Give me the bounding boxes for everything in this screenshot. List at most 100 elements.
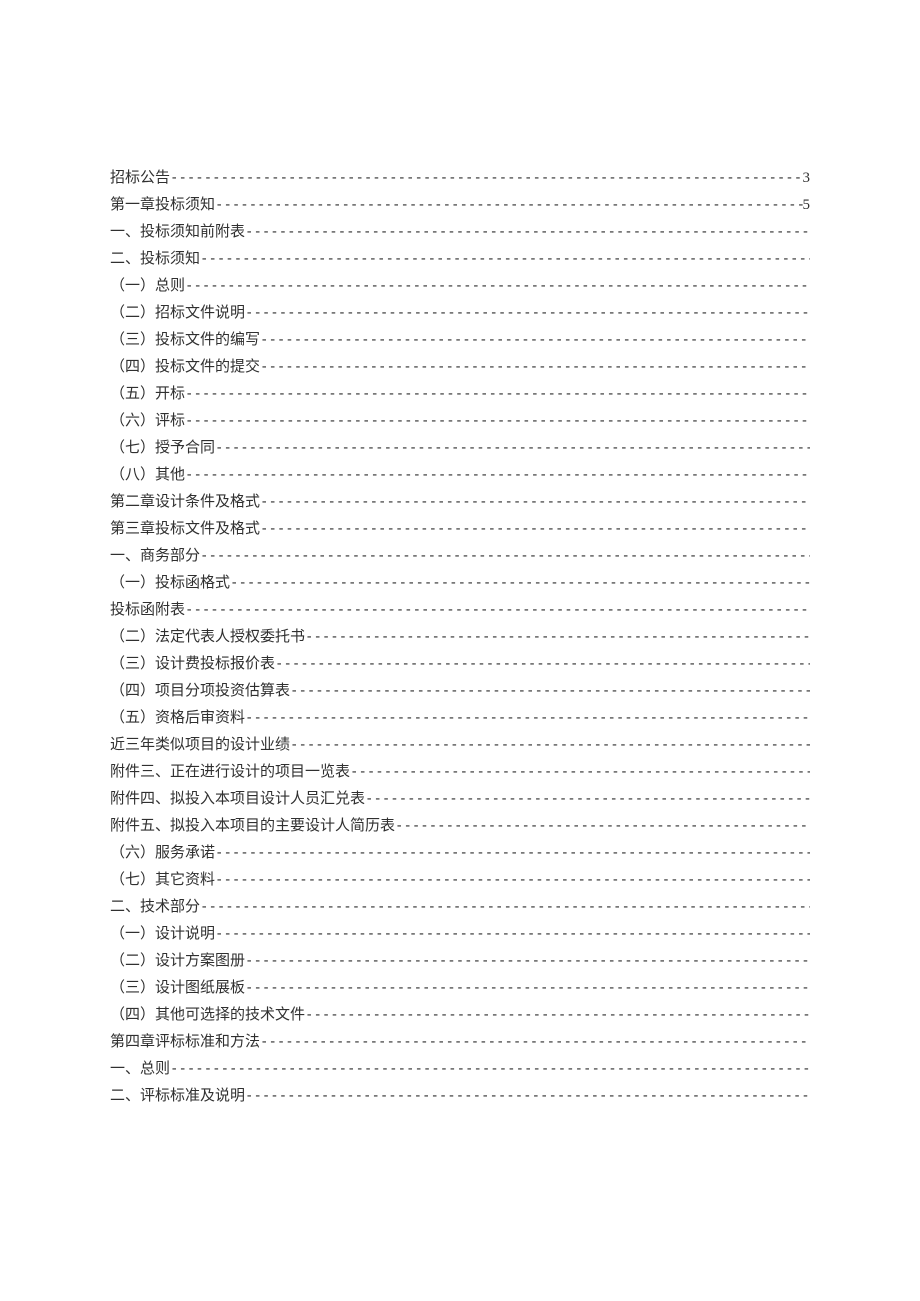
- toc-entry: 第二章设计条件及格式: [110, 489, 810, 516]
- toc-entry: （五）开标: [110, 381, 810, 408]
- toc-leader: [185, 597, 810, 624]
- toc-page-number: 5: [803, 192, 811, 219]
- toc-title: （二）招标文件说明: [110, 300, 245, 327]
- toc-title: （七）授予合同: [110, 435, 215, 462]
- toc-title: 第四章评标标准和方法: [110, 1029, 260, 1056]
- toc-title: 一、总则: [110, 1056, 170, 1083]
- toc-title: （七）其它资料: [110, 867, 215, 894]
- toc-leader: [260, 489, 810, 516]
- toc-entry: （一）投标函格式: [110, 570, 810, 597]
- toc-leader: [245, 975, 810, 1002]
- toc-title: 二、技术部分: [110, 894, 200, 921]
- toc-entry: 二、投标须知: [110, 246, 810, 273]
- toc-title: 一、商务部分: [110, 543, 200, 570]
- toc-entry: 附件四、拟投入本项目设计人员汇兑表: [110, 786, 810, 813]
- toc-entry: 一、商务部分: [110, 543, 810, 570]
- toc-leader: [350, 759, 810, 786]
- toc-page-number: 3: [803, 165, 811, 192]
- toc-entry: 第四章评标标准和方法: [110, 1029, 810, 1056]
- toc-leader: [170, 165, 802, 192]
- toc-title: （八）其他: [110, 462, 185, 489]
- toc-title: （六）服务承诺: [110, 840, 215, 867]
- toc-title: （二）法定代表人授权委托书: [110, 624, 305, 651]
- toc-entry: 第一章投标须知 5: [110, 192, 810, 219]
- toc-title: 近三年类似项目的设计业绩: [110, 732, 290, 759]
- table-of-contents: 招标公告 3 第一章投标须知 5 一、投标须知前附表二、投标须知（一）总则（二）招标文件…: [110, 165, 810, 1110]
- toc-title: 二、投标须知: [110, 246, 200, 273]
- toc-entry: （三）设计费投标报价表: [110, 651, 810, 678]
- toc-leader: [215, 921, 810, 948]
- toc-leader: [185, 408, 810, 435]
- toc-title: （一）设计说明: [110, 921, 215, 948]
- toc-leader: [200, 894, 810, 921]
- toc-entry: （二）法定代表人授权委托书: [110, 624, 810, 651]
- toc-leader: [245, 948, 810, 975]
- toc-title: （四）投标文件的提交: [110, 354, 260, 381]
- toc-leader: [395, 813, 810, 840]
- toc-leader: [215, 840, 810, 867]
- toc-entry: （三）设计图纸展板: [110, 975, 810, 1002]
- toc-entry: （六）评标: [110, 408, 810, 435]
- toc-leader: [200, 543, 810, 570]
- toc-leader: [260, 1029, 810, 1056]
- toc-entry: （六）服务承诺: [110, 840, 810, 867]
- toc-leader: [185, 462, 810, 489]
- toc-entry: 一、总则: [110, 1056, 810, 1083]
- toc-title: （三）投标文件的编写: [110, 327, 260, 354]
- toc-leader: [245, 1083, 810, 1110]
- toc-entry: 近三年类似项目的设计业绩: [110, 732, 810, 759]
- toc-title: 投标函附表: [110, 597, 185, 624]
- toc-title: 附件三、正在进行设计的项目一览表: [110, 759, 350, 786]
- toc-title: 附件四、拟投入本项目设计人员汇兑表: [110, 786, 365, 813]
- toc-leader: [200, 246, 810, 273]
- toc-leader: [290, 732, 810, 759]
- toc-title: 附件五、拟投入本项目的主要设计人简历表: [110, 813, 395, 840]
- toc-leader: [365, 786, 810, 813]
- toc-leader: [245, 300, 810, 327]
- toc-leader: [245, 705, 810, 732]
- toc-title: （六）评标: [110, 408, 185, 435]
- toc-title: 二、评标标准及说明: [110, 1083, 245, 1110]
- toc-leader: [305, 624, 810, 651]
- toc-title: （一）总则: [110, 273, 185, 300]
- toc-title: （三）设计费投标报价表: [110, 651, 275, 678]
- toc-entry: 第三章投标文件及格式: [110, 516, 810, 543]
- toc-leader: [305, 1002, 810, 1029]
- toc-entry: 二、技术部分: [110, 894, 810, 921]
- toc-entry: （七）其它资料: [110, 867, 810, 894]
- toc-entry: （三）投标文件的编写: [110, 327, 810, 354]
- toc-entry: 附件三、正在进行设计的项目一览表: [110, 759, 810, 786]
- toc-title: 第一章投标须知: [110, 192, 215, 219]
- toc-title: （五）开标: [110, 381, 185, 408]
- toc-entry: （二）招标文件说明: [110, 300, 810, 327]
- toc-title: （三）设计图纸展板: [110, 975, 245, 1002]
- toc-leader: [230, 570, 810, 597]
- toc-leader: [215, 435, 810, 462]
- toc-entry: （八）其他: [110, 462, 810, 489]
- toc-leader: [260, 516, 810, 543]
- toc-entry: （四）其他可选择的技术文件: [110, 1002, 810, 1029]
- toc-title: 第二章设计条件及格式: [110, 489, 260, 516]
- toc-entry: 二、评标标准及说明: [110, 1083, 810, 1110]
- toc-leader: [185, 381, 810, 408]
- toc-leader: [245, 219, 810, 246]
- toc-entry: （七）授予合同: [110, 435, 810, 462]
- toc-leader: [260, 354, 810, 381]
- toc-title: 招标公告: [110, 165, 170, 192]
- toc-entry: （二）设计方案图册: [110, 948, 810, 975]
- toc-entry: （四）投标文件的提交: [110, 354, 810, 381]
- toc-entry: （四）项目分项投资估算表: [110, 678, 810, 705]
- toc-title: 一、投标须知前附表: [110, 219, 245, 246]
- toc-title: （五）资格后审资料: [110, 705, 245, 732]
- toc-title: 第三章投标文件及格式: [110, 516, 260, 543]
- toc-title: （二）设计方案图册: [110, 948, 245, 975]
- toc-entry: （一）总则: [110, 273, 810, 300]
- toc-title: （四）项目分项投资估算表: [110, 678, 290, 705]
- toc-leader: [275, 651, 810, 678]
- toc-leader: [215, 867, 810, 894]
- toc-entry: 附件五、拟投入本项目的主要设计人简历表: [110, 813, 810, 840]
- toc-entry: （五）资格后审资料: [110, 705, 810, 732]
- toc-leader: [290, 678, 810, 705]
- toc-leader: [170, 1056, 810, 1083]
- toc-title: （一）投标函格式: [110, 570, 230, 597]
